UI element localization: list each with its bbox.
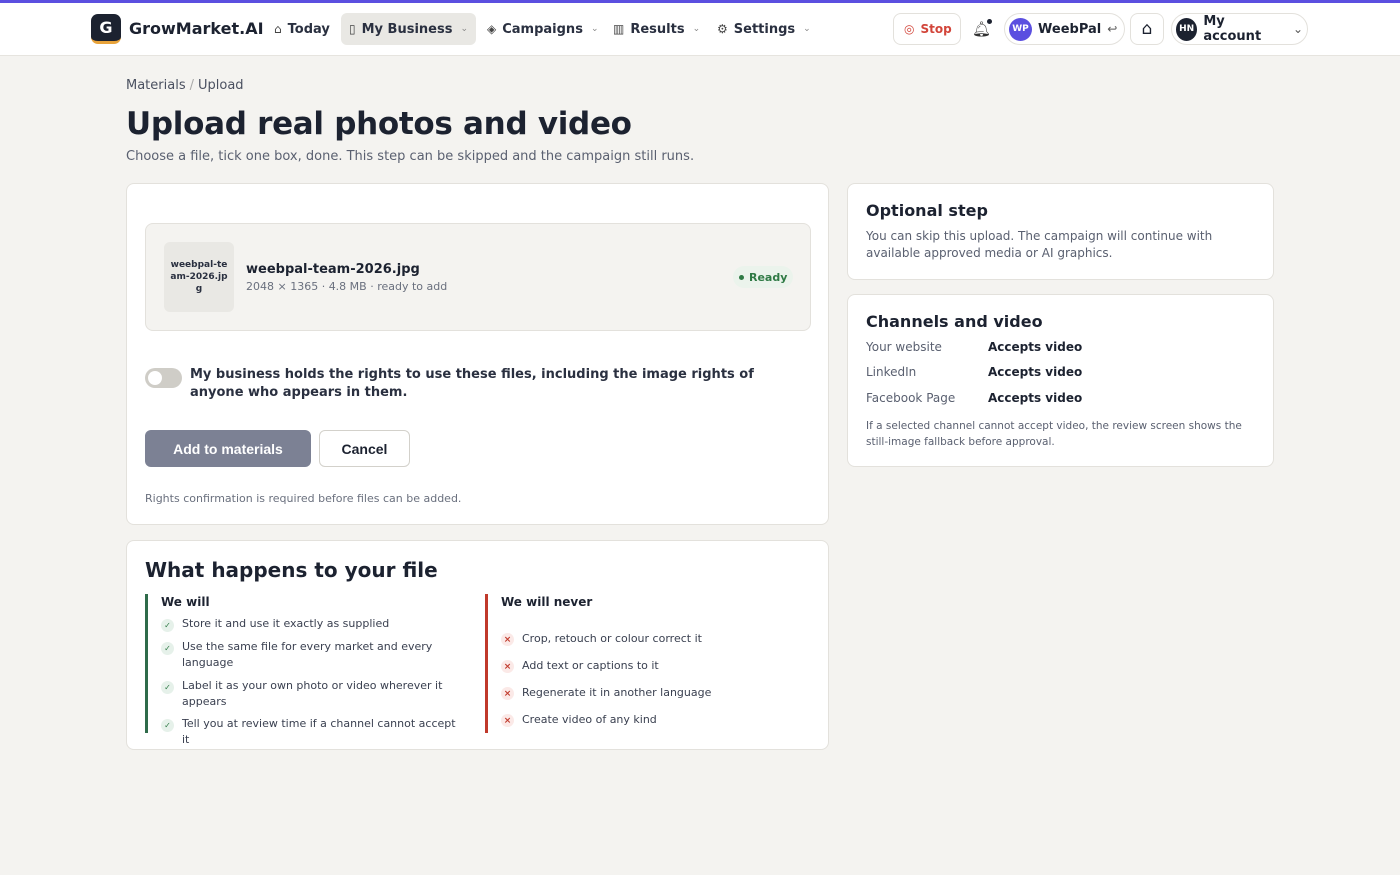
toggle-knob — [148, 371, 162, 385]
list-item-text: Create video of any kind — [522, 713, 657, 726]
file-name: weebpal-team-2026.jpg — [246, 262, 420, 277]
list-item: × Regenerate it in another language — [501, 685, 801, 701]
check-icon: ✓ — [161, 642, 174, 655]
stop-label: Stop — [920, 22, 952, 36]
home-button[interactable]: ⌂ — [1130, 13, 1164, 45]
check-icon: ✓ — [161, 619, 174, 632]
list-item-text: Use the same file for every market and e… — [182, 640, 433, 669]
nav-campaigns-label: Campaigns — [502, 21, 583, 37]
channel-value: Accepts video — [988, 391, 1083, 405]
layers-icon: ◈ — [487, 22, 497, 36]
check-icon: ✓ — [161, 681, 174, 694]
optional-step-card: Optional step You can skip this upload. … — [847, 183, 1274, 280]
list-item: × Add text or captions to it — [501, 658, 801, 674]
channel-name: Facebook Page — [866, 391, 956, 405]
list-item-text: Regenerate it in another language — [522, 686, 712, 699]
nav-my-business[interactable]: ▯ My Business ⌄ — [341, 13, 476, 45]
brand-logo[interactable]: G — [91, 14, 121, 44]
list-item: ✓ Label it as your own photo or video whe… — [161, 678, 461, 710]
stop-icon: ◎ — [904, 22, 915, 36]
account-menu[interactable]: HN My account ⌄ — [1171, 13, 1308, 45]
cross-icon: × — [501, 714, 514, 727]
list-item-text: Crop, retouch or colour correct it — [522, 632, 702, 645]
chevron-down-icon: ⌄ — [1292, 22, 1303, 36]
list-item-text: Add text or captions to it — [522, 659, 659, 672]
list-item: ✓ Use the same file for every market and … — [161, 639, 461, 671]
cross-icon: × — [501, 633, 514, 646]
top-navigation-bar: G GrowMarket.AI ⌂ Today ▯ My Business ⌄ … — [0, 3, 1400, 56]
workspace-switcher[interactable]: WP WeebPal ↩ — [1004, 13, 1125, 45]
breadcrumb-separator: / — [189, 78, 194, 93]
rights-hint: Rights confirmation is required before f… — [145, 492, 462, 505]
status-dot-icon — [739, 274, 744, 280]
we-will-never-column: We will never × Crop, retouch or colour c… — [485, 594, 805, 733]
status-badge: Ready — [733, 266, 794, 288]
list-item: ✓ Tell you at review time if a channel ca… — [161, 716, 461, 748]
add-to-materials-button[interactable]: Add to materials — [145, 430, 311, 467]
rights-label[interactable]: My business holds the rights to use thes… — [190, 366, 800, 402]
nav-my-business-label: My Business — [361, 21, 453, 37]
check-icon: ✓ — [161, 719, 174, 732]
cancel-button[interactable]: Cancel — [319, 430, 410, 467]
we-will-column: We will ✓ Store it and use it exactly as … — [145, 594, 465, 746]
list-item-text: Tell you at review time if a channel can… — [182, 717, 456, 746]
upload-card: weebpal-team-2026.jpg weebpal-team-2026.… — [126, 183, 829, 525]
switch-icon: ↩ — [1107, 22, 1118, 36]
cross-icon: × — [501, 687, 514, 700]
nav-today[interactable]: ⌂ Today — [266, 13, 338, 45]
nav-campaigns[interactable]: ◈ Campaigns ⌄ — [479, 13, 606, 45]
optional-step-text: You can skip this upload. The campaign w… — [866, 229, 1213, 260]
we-will-never-heading: We will never — [501, 595, 593, 609]
nav-settings-label: Settings — [733, 21, 796, 37]
tablet-icon: ▯ — [349, 22, 356, 36]
optional-step-title: Optional step — [866, 201, 988, 220]
nav-results[interactable]: ▥ Results ⌄ — [605, 13, 708, 45]
channels-note: If a selected channel cannot accept vide… — [866, 420, 1242, 448]
breadcrumb-upload: Upload — [197, 78, 244, 93]
brand-name[interactable]: GrowMarket.AI — [129, 19, 264, 38]
gear-icon: ⚙ — [717, 22, 728, 36]
what-happens-card: What happens to your file We will ✓ Store… — [126, 540, 829, 750]
chevron-down-icon: ⌄ — [803, 24, 811, 34]
bar-chart-icon: ▥ — [613, 22, 625, 36]
nav-today-label: Today — [287, 21, 330, 37]
file-preview: weebpal-team-2026.jpg weebpal-team-2026.… — [145, 223, 811, 331]
status-label: Ready — [749, 270, 788, 284]
file-thumbnail: weebpal-team-2026.jpg — [164, 242, 234, 312]
rights-toggle[interactable] — [145, 368, 182, 388]
list-item-text: Store it and use it exactly as supplied — [182, 617, 390, 630]
nav-settings[interactable]: ⚙ Settings ⌄ — [709, 13, 819, 45]
breadcrumb-materials[interactable]: Materials — [126, 78, 186, 93]
inbox-icon: ⌂ — [274, 22, 282, 36]
what-happens-title: What happens to your file — [145, 558, 438, 582]
stop-button[interactable]: ◎ Stop — [893, 13, 961, 45]
channels-card: Channels and video Your website Accepts … — [847, 294, 1274, 467]
file-meta: 2048 × 1365 · 4.8 MB · ready to add — [246, 280, 448, 293]
cross-icon: × — [501, 660, 514, 673]
channel-value: Accepts video — [988, 365, 1083, 379]
chevron-down-icon: ⌄ — [692, 24, 701, 34]
workspace-avatar: WP — [1009, 17, 1032, 41]
account-label: My account — [1203, 14, 1262, 44]
breadcrumb: Materials / Upload — [126, 78, 244, 93]
list-item: × Create video of any kind — [501, 712, 801, 728]
chevron-down-icon: ⌄ — [590, 24, 599, 34]
list-item-text: Label it as your own photo or video wher… — [182, 679, 443, 708]
account-avatar: HN — [1176, 17, 1198, 41]
notification-dot — [987, 19, 992, 24]
page-subtitle: Choose a file, tick one box, done. This … — [126, 149, 695, 164]
nav-results-label: Results — [630, 21, 685, 37]
channel-name: LinkedIn — [866, 365, 917, 379]
home-icon: ⌂ — [1141, 19, 1153, 39]
channel-value: Accepts video — [988, 340, 1083, 354]
list-item: ✓ Store it and use it exactly as supplied — [161, 616, 461, 632]
chevron-down-icon: ⌄ — [460, 24, 468, 34]
channel-name: Your website — [866, 340, 942, 354]
page-title: Upload real photos and video — [126, 106, 632, 142]
we-will-heading: We will — [161, 595, 210, 609]
channels-title: Channels and video — [866, 312, 1043, 331]
workspace-name: WeebPal — [1038, 21, 1102, 37]
list-item: × Crop, retouch or colour correct it — [501, 631, 801, 647]
